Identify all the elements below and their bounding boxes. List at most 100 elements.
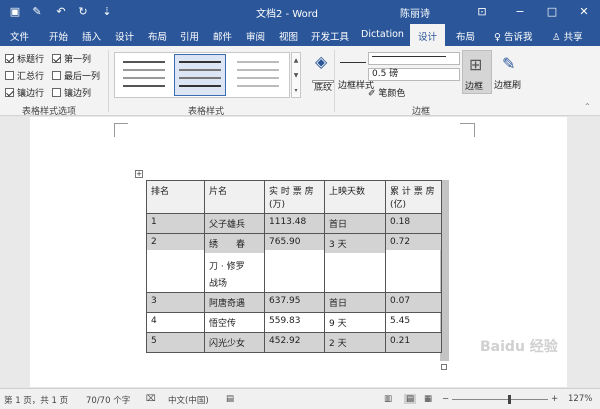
- macro-record-icon[interactable]: ▤: [226, 394, 234, 404]
- table-cell[interactable]: 阿唐奇遇: [204, 292, 265, 313]
- gallery-scroll[interactable]: ▲ ▼ ▾: [291, 52, 301, 98]
- tab-file[interactable]: 文件: [10, 29, 29, 43]
- close-icon[interactable]: ✕: [576, 4, 592, 20]
- table-header-cell[interactable]: 排名: [146, 180, 205, 214]
- table-cell[interactable]: 452.92: [264, 332, 325, 353]
- line-style-dropdown[interactable]: [368, 52, 460, 65]
- cell-line: 0.72: [386, 234, 441, 250]
- collapse-ribbon-icon[interactable]: ⌃: [584, 102, 591, 111]
- table-cell[interactable]: 1: [146, 213, 205, 234]
- tab-home[interactable]: 开始: [49, 29, 68, 43]
- tab-review[interactable]: 审阅: [246, 29, 265, 43]
- table-header-cell[interactable]: 实 时 票 房 (万): [264, 180, 325, 214]
- language-status[interactable]: 中文(中国): [168, 394, 209, 406]
- undo-icon[interactable]: ↶: [54, 5, 68, 19]
- table-header-cell[interactable]: 累 计 票 房 (亿): [385, 180, 442, 214]
- tab-developer[interactable]: 开发工具: [311, 29, 349, 43]
- cell-line: 阿唐奇遇: [209, 299, 246, 309]
- table-cell[interactable]: 闪光少女: [204, 332, 265, 353]
- tab-layout[interactable]: 布局: [148, 29, 167, 43]
- tell-me-search[interactable]: ♀ 告诉我: [494, 29, 533, 43]
- ribbon-tab-bar: 文件 开始 插入 设计 布局 引用 邮件 审阅 视图 开发工具 Dictatio…: [0, 24, 600, 70]
- checkbox-label: 最后一列: [64, 72, 101, 82]
- table-cell[interactable]: 2: [146, 233, 205, 293]
- tab-mailings[interactable]: 邮件: [213, 29, 232, 43]
- table-cell[interactable]: 0.72: [385, 233, 442, 293]
- border-painter-button[interactable]: ✎ 边框刷: [494, 50, 524, 100]
- cell-line: 0.07: [390, 296, 411, 306]
- zoom-in-icon[interactable]: +: [551, 394, 558, 404]
- checkbox-first-column[interactable]: 第一列: [52, 52, 91, 65]
- checkbox-header-row[interactable]: 标题行: [5, 52, 44, 65]
- page-count[interactable]: 第 1 页，共 1 页: [4, 394, 68, 406]
- table-header-cell[interactable]: 上映天数: [324, 180, 386, 214]
- tab-table-layout[interactable]: 布局: [456, 29, 475, 43]
- tab-design[interactable]: 设计: [115, 29, 134, 43]
- more-icon[interactable]: ▾: [294, 87, 297, 94]
- table-cell[interactable]: 5: [146, 332, 205, 353]
- word-count[interactable]: 70/70 个字: [86, 394, 130, 406]
- table-cell[interactable]: 0.18: [385, 213, 442, 234]
- table-cell[interactable]: 父子雄兵: [204, 213, 265, 234]
- tab-insert[interactable]: 插入: [82, 29, 101, 43]
- pen-icon: ✐: [368, 89, 376, 99]
- table-resize-handle[interactable]: [441, 364, 447, 370]
- chevron-down-icon[interactable]: ▼: [294, 72, 299, 79]
- table-cell[interactable]: 9 天: [324, 312, 386, 333]
- share-button[interactable]: ♙ 共享: [552, 29, 583, 43]
- ribbon-display-icon[interactable]: ⊡: [474, 4, 490, 20]
- tab-table-design[interactable]: 设计: [410, 24, 446, 46]
- proofing-icon[interactable]: ⌧: [146, 394, 156, 404]
- table-style-grid-selected[interactable]: [174, 54, 226, 96]
- table-cell[interactable]: 1113.48: [264, 213, 325, 234]
- table-cell[interactable]: 637.95: [264, 292, 325, 313]
- line-weight-dropdown[interactable]: 0.5 磅: [368, 68, 460, 81]
- table-cell[interactable]: 3: [146, 292, 205, 313]
- zoom-out-icon[interactable]: −: [442, 394, 449, 404]
- checkbox-total-row[interactable]: 汇总行: [5, 69, 44, 82]
- table-cell[interactable]: 首日: [324, 213, 386, 234]
- touch-mode-icon[interactable]: ✎: [30, 5, 44, 19]
- maximize-icon[interactable]: □: [544, 4, 560, 20]
- thumb-line: [237, 77, 279, 79]
- table-style-plain[interactable]: [119, 55, 169, 95]
- customize-qat-icon[interactable]: ⇣: [100, 5, 114, 19]
- table-style-dotted[interactable]: [233, 55, 283, 95]
- checkbox-banded-rows[interactable]: 镶边行: [5, 86, 44, 99]
- tab-dictation[interactable]: Dictation: [361, 29, 404, 40]
- user-name[interactable]: 陈丽诗: [400, 5, 430, 20]
- border-painter-icon: ✎: [502, 54, 516, 73]
- checkbox-banded-columns[interactable]: 镶边列: [52, 86, 91, 99]
- pen-color-button[interactable]: ✐ 笔颜色: [368, 86, 405, 99]
- table-cell[interactable]: 首日: [324, 292, 386, 313]
- table-cell[interactable]: 3 天: [324, 233, 386, 293]
- table-cell[interactable]: 5.45: [385, 312, 442, 333]
- borders-label: 边框: [465, 82, 484, 92]
- zoom-slider[interactable]: [452, 399, 548, 400]
- table-header-cell[interactable]: 片名: [204, 180, 265, 214]
- table-cell[interactable]: 2 天: [324, 332, 386, 353]
- table-cell[interactable]: 0.07: [385, 292, 442, 313]
- tab-references[interactable]: 引用: [180, 29, 199, 43]
- chevron-up-icon[interactable]: ▲: [294, 57, 299, 64]
- save-icon[interactable]: ▣: [8, 5, 22, 19]
- tab-view[interactable]: 视图: [279, 29, 298, 43]
- redo-icon[interactable]: ↻: [76, 5, 90, 19]
- cell-line: 累 计 票 房: [390, 187, 435, 197]
- checkbox-last-column[interactable]: 最后一列: [52, 69, 100, 82]
- borders-button[interactable]: ⊞ 边框: [462, 50, 492, 94]
- read-mode-icon[interactable]: ▥: [384, 394, 392, 404]
- table-cell[interactable]: 765.90: [264, 233, 325, 293]
- table-move-handle[interactable]: +: [135, 170, 143, 178]
- table-cell[interactable]: 4: [146, 312, 205, 333]
- table-cell[interactable]: 0.21: [385, 332, 442, 353]
- border-style-sample: [340, 62, 366, 63]
- zoom-level[interactable]: 127%: [568, 394, 592, 404]
- table-cell[interactable]: 悟空传: [204, 312, 265, 333]
- print-layout-icon[interactable]: ▤: [404, 394, 417, 404]
- minimize-icon[interactable]: −: [512, 4, 528, 20]
- table-cell[interactable]: 559.83: [264, 312, 325, 333]
- web-layout-icon[interactable]: ▦: [424, 394, 432, 404]
- table-cell[interactable]: 绣 春刀 · 修罗 战场: [204, 233, 265, 293]
- zoom-slider-thumb[interactable]: [508, 395, 511, 404]
